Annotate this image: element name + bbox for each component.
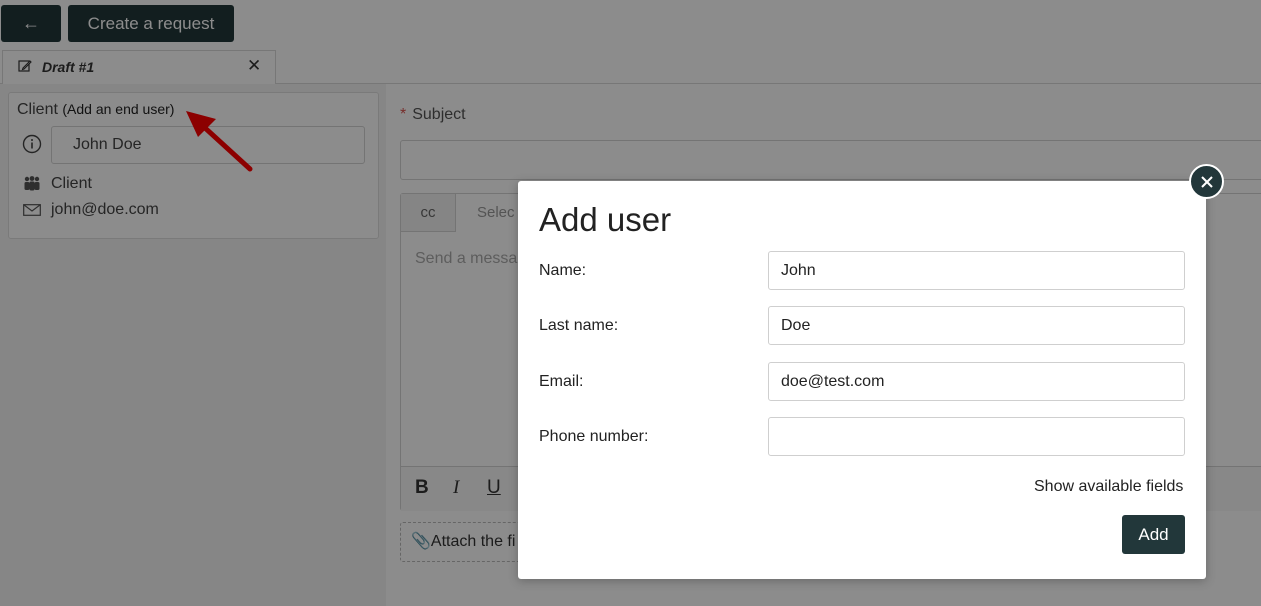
phone-field[interactable] [768, 417, 1185, 456]
email-field[interactable]: doe@test.com [768, 362, 1185, 401]
name-field[interactable]: John [768, 251, 1185, 290]
last-name-label: Last name: [539, 317, 619, 334]
email-label: Email: [539, 373, 584, 390]
show-available-fields-link[interactable]: Show available fields [1034, 478, 1183, 496]
name-label: Name: [539, 262, 587, 279]
add-user-dialog: Add user Name: John Last name: Doe Email… [518, 181, 1206, 579]
close-dialog-button[interactable] [1189, 164, 1224, 199]
add-button-label: Add [1138, 524, 1169, 544]
add-button[interactable]: Add [1122, 515, 1185, 554]
dialog-title: Add user [539, 201, 672, 238]
phone-label: Phone number: [539, 428, 649, 445]
last-name-field[interactable]: Doe [768, 306, 1185, 345]
close-icon [1200, 175, 1213, 188]
